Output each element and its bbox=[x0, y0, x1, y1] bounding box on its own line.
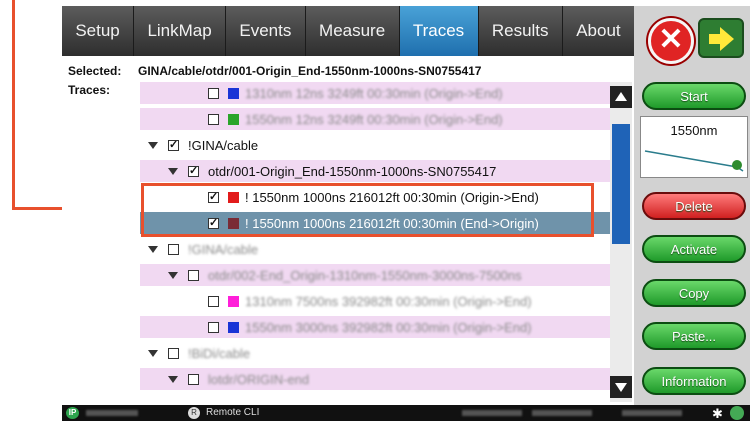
expand-triangle-icon[interactable] bbox=[168, 375, 178, 383]
selected-label: Selected: bbox=[68, 64, 122, 78]
tab-linkmap[interactable]: LinkMap bbox=[134, 6, 227, 56]
checkbox[interactable] bbox=[168, 243, 179, 255]
trace-row[interactable]: 1550nm 12ns 3249ft 00:30min (Origin->End… bbox=[140, 108, 610, 132]
checkbox[interactable] bbox=[188, 269, 199, 281]
globe-icon[interactable] bbox=[730, 406, 744, 420]
trace-row[interactable]: 1310nm 12ns 3249ft 00:30min (Origin->End… bbox=[140, 82, 610, 106]
tree-folder-row[interactable]: otdr/002-End_Origin-1310nm-1550nm-3000ns… bbox=[140, 264, 610, 288]
checkbox[interactable] bbox=[188, 373, 199, 385]
trace-label: 1550nm 3000ns 392982ft 00:30min (Origin-… bbox=[245, 319, 532, 335]
selected-value: GINA/cable/otdr/001-Origin_End-1550nm-10… bbox=[138, 64, 482, 78]
trace-label: otdr/002-End_Origin-1310nm-1550nm-3000ns… bbox=[208, 267, 522, 283]
tree-folder-row[interactable]: lotdr/ORIGIN-end bbox=[140, 368, 610, 392]
remote-icon: R bbox=[188, 407, 200, 419]
tree-folder-row[interactable]: ✓ !GINA/cable bbox=[140, 134, 610, 158]
trace-label: lotdr/ORIGIN-end bbox=[208, 371, 310, 387]
checkbox[interactable] bbox=[208, 295, 219, 307]
delete-button[interactable]: Delete bbox=[642, 192, 746, 220]
checkbox[interactable]: ✓ bbox=[168, 139, 179, 151]
trace-label: 1550nm 12ns 3249ft 00:30min (Origin->End… bbox=[245, 111, 503, 127]
trace-label: 1310nm 7500ns 392982ft 00:30min (Origin-… bbox=[245, 293, 532, 309]
gear-icon[interactable]: ✱ bbox=[712, 406, 723, 421]
device-screen: Setup LinkMap Events Measure Traces Resu… bbox=[62, 6, 750, 421]
trace-color-swatch bbox=[228, 321, 239, 333]
status-blurred-text bbox=[462, 410, 522, 416]
tab-events[interactable]: Events bbox=[226, 6, 306, 56]
highlight-box bbox=[141, 183, 594, 237]
tab-bar: Setup LinkMap Events Measure Traces Resu… bbox=[62, 6, 634, 56]
status-bar: IP R Remote CLI ✱ bbox=[62, 405, 750, 421]
scrollbar[interactable] bbox=[610, 82, 632, 402]
checkbox[interactable] bbox=[168, 347, 179, 359]
expand-triangle-icon[interactable] bbox=[148, 349, 158, 357]
start-button[interactable]: Start bbox=[642, 82, 746, 110]
information-button[interactable]: Information bbox=[642, 367, 746, 395]
activate-button[interactable]: Activate bbox=[642, 235, 746, 263]
trace-label: otdr/001-Origin_End-1550nm-1000ns-SN0755… bbox=[208, 163, 497, 179]
tree-folder-row[interactable]: !BiDi/cable bbox=[140, 342, 610, 366]
expand-triangle-icon[interactable] bbox=[148, 245, 158, 253]
trace-tree: 1310nm 12ns 3249ft 00:30min (Origin->End… bbox=[140, 82, 610, 402]
status-blurred-text bbox=[622, 410, 682, 416]
copy-button[interactable]: Copy bbox=[642, 279, 746, 307]
paste-button[interactable]: Paste... bbox=[642, 322, 746, 350]
trace-color-swatch bbox=[228, 295, 239, 307]
checkbox[interactable] bbox=[208, 321, 219, 333]
remote-cli-label: Remote CLI bbox=[206, 407, 260, 418]
tree-folder-row[interactable]: !GINA/cable bbox=[140, 238, 610, 262]
annotation-line bbox=[12, 0, 15, 210]
scroll-down-icon[interactable] bbox=[610, 376, 632, 398]
tab-about[interactable]: About bbox=[563, 6, 634, 56]
tab-setup[interactable]: Setup bbox=[62, 6, 135, 56]
trace-color-swatch bbox=[228, 113, 239, 125]
expand-triangle-icon[interactable] bbox=[148, 141, 158, 149]
status-blurred-text bbox=[86, 410, 138, 416]
trace-preview[interactable]: 1550nm bbox=[640, 116, 748, 178]
expand-triangle-icon[interactable] bbox=[168, 271, 178, 279]
trace-row[interactable]: 1550nm 3000ns 392982ft 00:30min (Origin-… bbox=[140, 316, 610, 340]
checkbox[interactable] bbox=[208, 87, 219, 99]
trace-row[interactable]: 1310nm 7500ns 392982ft 00:30min (Origin-… bbox=[140, 290, 610, 314]
trace-label: !GINA/cable bbox=[188, 241, 259, 257]
status-blurred-text bbox=[532, 410, 592, 416]
tab-traces[interactable]: Traces bbox=[399, 6, 479, 56]
ip-icon: IP bbox=[66, 407, 79, 419]
checkbox[interactable] bbox=[208, 113, 219, 125]
trace-label: !GINA/cable bbox=[188, 137, 259, 153]
arrow-right-icon[interactable] bbox=[698, 18, 744, 58]
scroll-up-icon[interactable] bbox=[610, 86, 632, 108]
tree-folder-row[interactable]: ✓ otdr/001-Origin_End-1550nm-1000ns-SN075… bbox=[140, 160, 610, 184]
close-icon[interactable]: ✕ bbox=[648, 18, 694, 64]
trace-label: 1310nm 12ns 3249ft 00:30min (Origin->End… bbox=[245, 85, 503, 101]
tab-measure[interactable]: Measure bbox=[306, 6, 400, 56]
trace-label: !BiDi/cable bbox=[188, 345, 251, 361]
traces-label: Traces: bbox=[68, 83, 111, 97]
trace-preview-graph bbox=[644, 150, 744, 172]
checkbox[interactable]: ✓ bbox=[188, 165, 199, 177]
action-panel: ✕ Start 1550nm Delete Activate Copy Past… bbox=[634, 6, 750, 405]
expand-triangle-icon[interactable] bbox=[168, 167, 178, 175]
tab-results[interactable]: Results bbox=[479, 6, 563, 56]
scroll-thumb[interactable] bbox=[612, 124, 630, 244]
trace-color-swatch bbox=[228, 87, 239, 99]
